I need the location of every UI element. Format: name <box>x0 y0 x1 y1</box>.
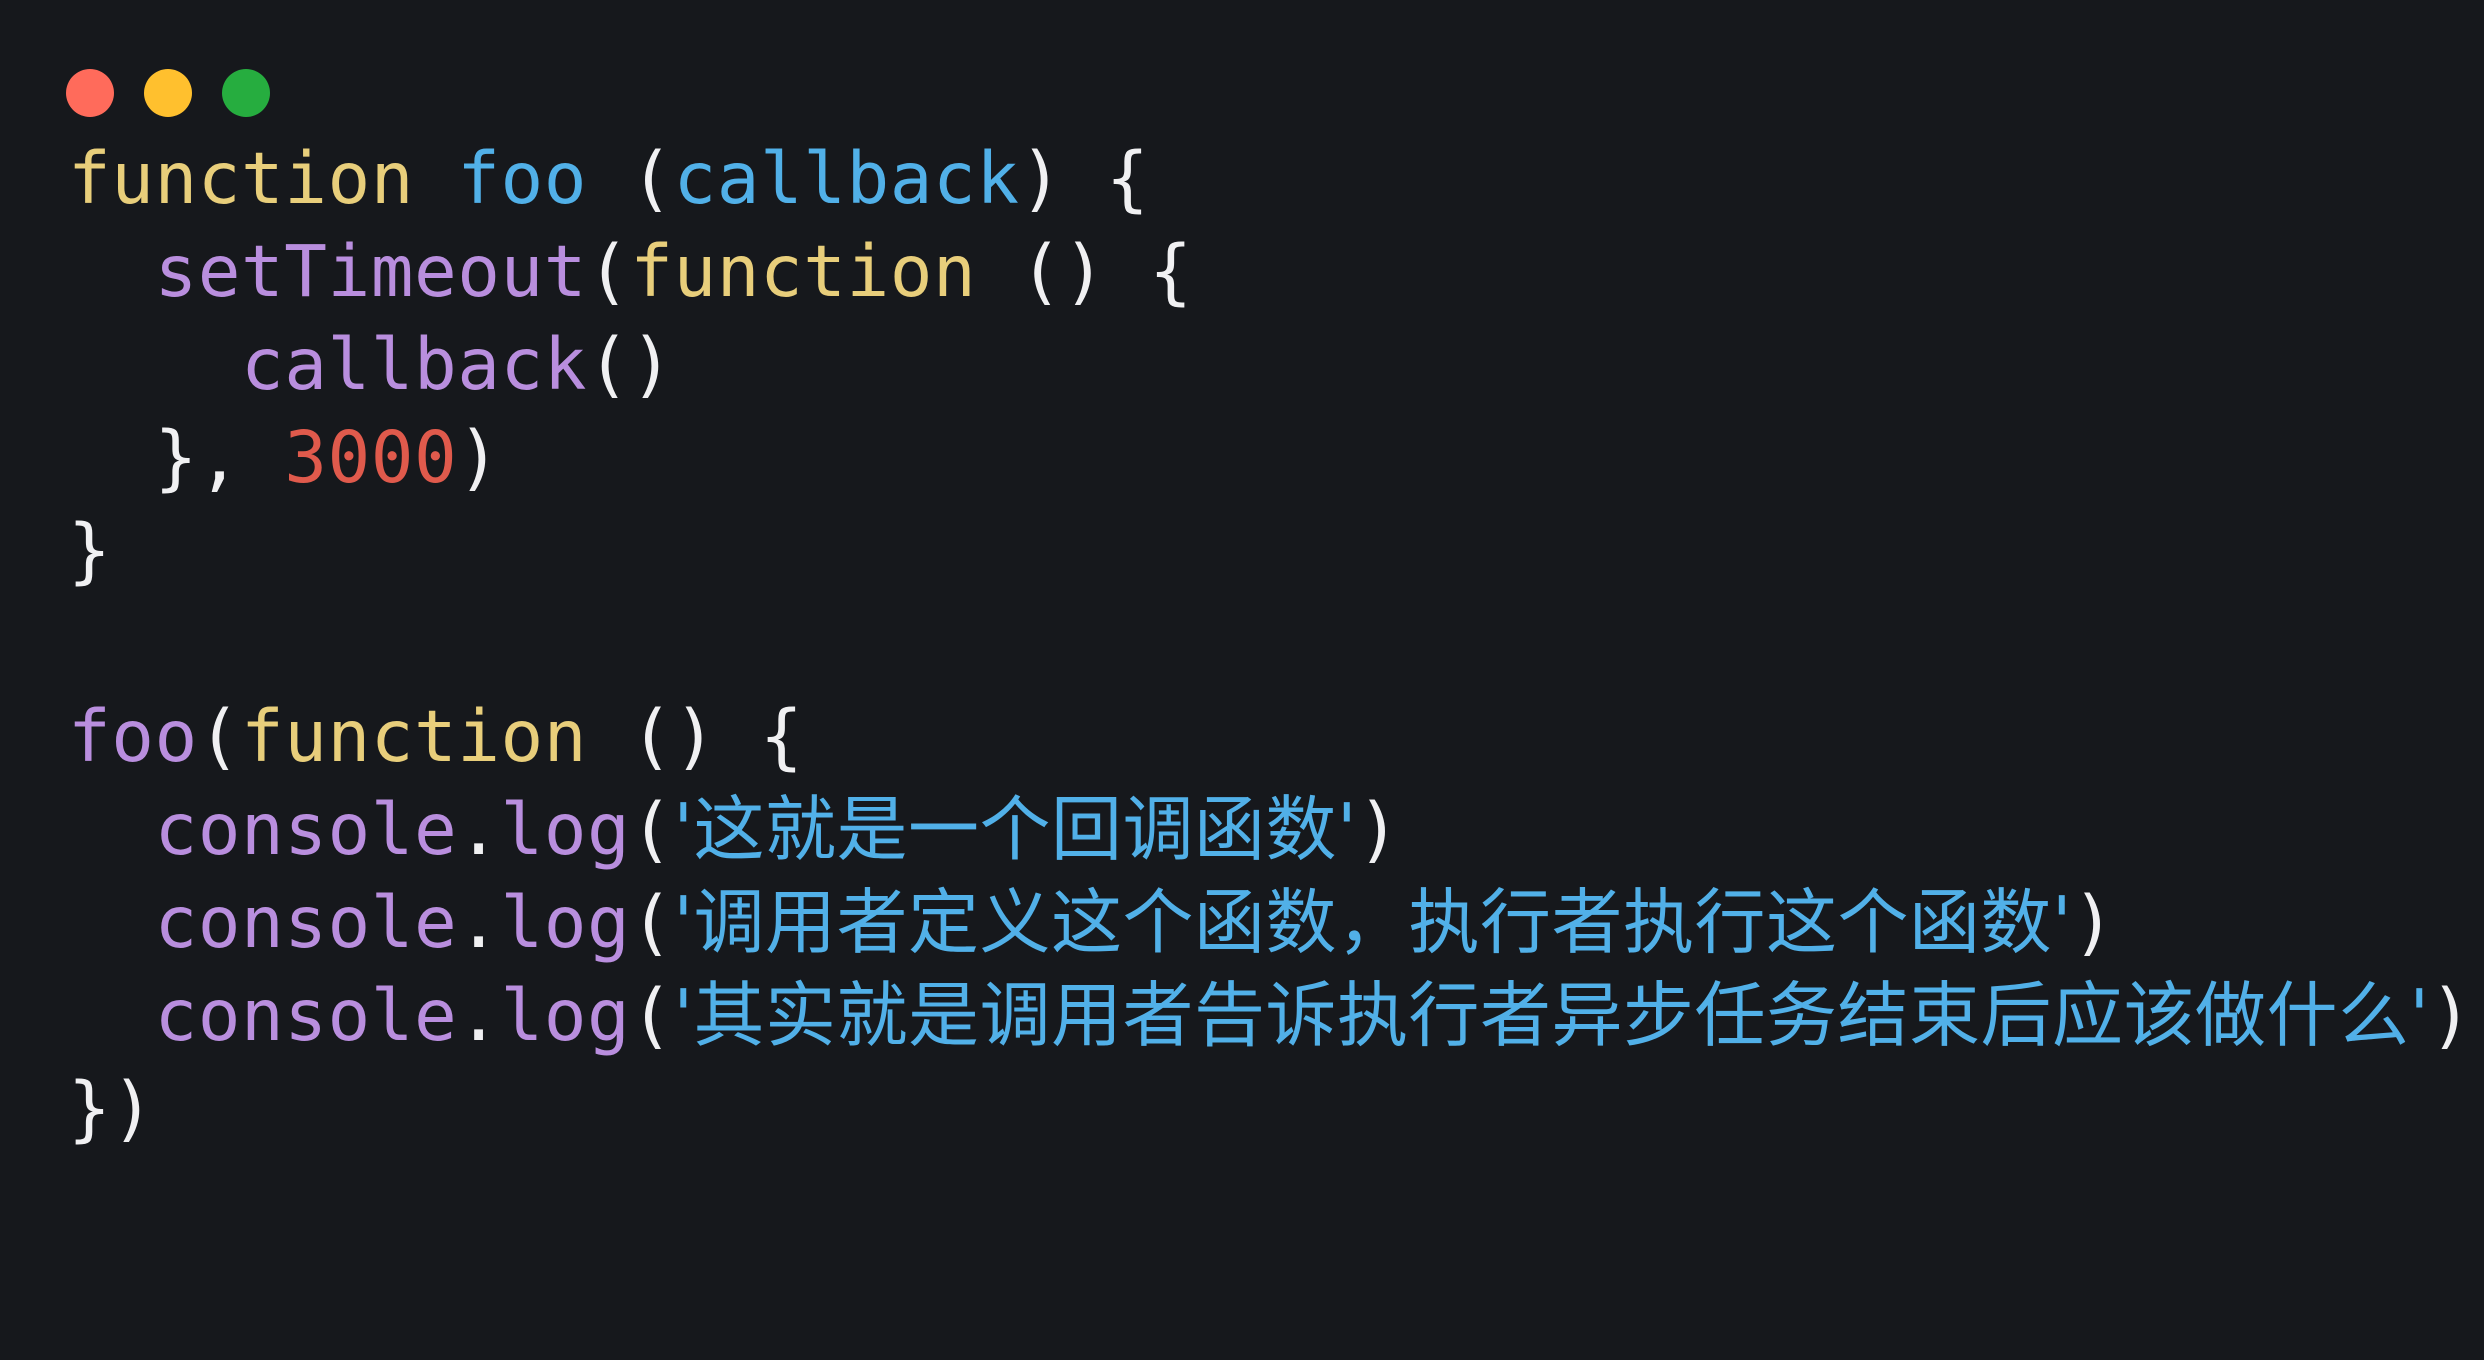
code-token-punct: ) <box>2072 881 2116 964</box>
code-token-string: '其实就是调用者告诉执行者异步任务结束后应该做什么' <box>673 974 2430 1057</box>
code-token-punct: ( <box>630 695 674 778</box>
code-token-punct: { <box>759 695 804 778</box>
code-token-punct: ) <box>1357 788 1401 871</box>
code-token-punct: ) <box>2429 974 2473 1057</box>
code-line: console.log('这就是一个回调函数') <box>0 783 2484 876</box>
code-token-punct: { <box>1149 230 1193 313</box>
code-token-punct: } <box>154 416 198 499</box>
code-token-punct: ( <box>197 695 241 778</box>
code-token-punct: { <box>1105 137 1150 220</box>
code-token-func: callback <box>240 323 587 406</box>
code-token-keyword: function <box>630 230 977 313</box>
code-token-punct: ( <box>586 323 631 406</box>
code-token-punct: . <box>457 881 501 964</box>
code-token-func: console <box>154 881 458 964</box>
code-token-keyword: function <box>241 695 587 778</box>
code-token-punct: } <box>68 509 112 592</box>
code-token-punct: ) <box>1062 230 1106 313</box>
code-line: }, 3000) <box>0 411 2484 504</box>
code-line: callback() <box>0 318 2484 411</box>
code-token-string: '调用者定义这个函数，执行者执行这个函数' <box>673 881 2073 964</box>
code-token-punct: ) <box>457 416 501 499</box>
code-token-punct: ) <box>1019 137 1063 220</box>
code-line: foo(function () { <box>0 690 2484 783</box>
code-token-func: console <box>154 974 458 1057</box>
window-titlebar <box>0 0 2484 132</box>
code-block[interactable]: function foo (callback) { setTimeout(fun… <box>0 132 2484 1360</box>
code-line: } <box>0 504 2484 597</box>
code-token-func: log <box>500 974 631 1057</box>
code-token-ident: callback <box>673 137 1020 220</box>
code-token-punct: ( <box>586 230 631 313</box>
minimize-button[interactable] <box>144 69 192 117</box>
code-token-punct: ) <box>630 323 674 406</box>
code-token-func: setTimeout <box>154 230 587 313</box>
code-line: console.log('调用者定义这个函数，执行者执行这个函数') <box>0 876 2484 969</box>
code-token-number: 3000 <box>284 416 458 499</box>
code-token-punct: ) <box>111 1067 155 1150</box>
code-token-func: console <box>154 788 458 871</box>
zoom-button[interactable] <box>222 69 270 117</box>
code-token-ident: foo <box>457 137 587 220</box>
code-token-punct: , <box>197 416 241 499</box>
close-button[interactable] <box>66 69 114 117</box>
code-token-punct: ) <box>673 695 717 778</box>
code-window: function foo (callback) { setTimeout(fun… <box>0 0 2484 1360</box>
code-token-func: log <box>500 881 631 964</box>
code-token-punct: . <box>457 788 501 871</box>
code-line: setTimeout(function () { <box>0 225 2484 318</box>
code-token-func: log <box>500 788 631 871</box>
code-line: console.log('其实就是调用者告诉执行者异步任务结束后应该做什么') <box>0 969 2484 1062</box>
code-token-punct: ( <box>630 881 674 964</box>
code-token-punct: . <box>457 974 501 1057</box>
code-token-func: foo <box>68 695 198 778</box>
traffic-light-group <box>66 69 270 117</box>
code-line: }) <box>0 1062 2484 1155</box>
code-token-punct: ( <box>630 137 674 220</box>
code-token-keyword: function <box>68 137 414 220</box>
code-token-punct: ( <box>1019 230 1063 313</box>
code-token-string: '这就是一个回调函数' <box>673 788 1358 871</box>
code-token-punct: ( <box>630 974 674 1057</box>
code-line: function foo (callback) { <box>0 132 2484 225</box>
code-token-punct: ( <box>630 788 674 871</box>
code-token-punct: } <box>68 1067 112 1150</box>
